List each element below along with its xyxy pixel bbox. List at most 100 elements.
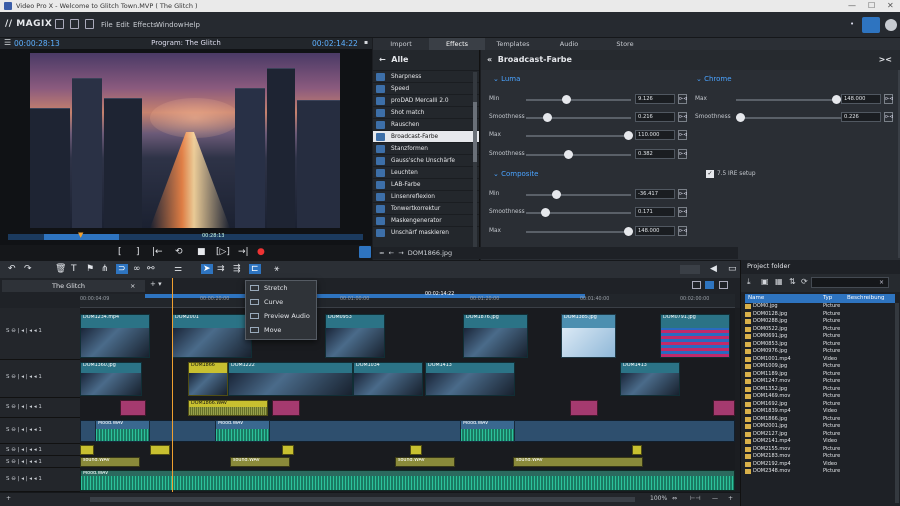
import-icon[interactable]: ⤓ bbox=[747, 277, 751, 287]
param-slider-track[interactable] bbox=[526, 194, 631, 196]
file-row[interactable]: DOM0128.jpg Picture bbox=[745, 311, 895, 319]
audio-clip[interactable]: Mood.WAV bbox=[95, 420, 150, 442]
menu-window[interactable]: Window bbox=[156, 21, 184, 29]
stretch-tool-icon[interactable]: ⊏ bbox=[249, 264, 261, 274]
video-clip[interactable]: DOM1234.mp4 bbox=[80, 314, 150, 358]
video-clip[interactable]: DOM0953 bbox=[325, 314, 385, 358]
timeline-ruler[interactable]: 00:00:04:09 00:00:20:00 00:01:00:00 00:0… bbox=[80, 292, 735, 308]
keyframe-icon[interactable]: ⊳⊲ bbox=[678, 149, 687, 159]
title-icon[interactable]: T bbox=[71, 264, 77, 274]
tab-import[interactable]: Import bbox=[373, 38, 429, 50]
param-slider-knob[interactable] bbox=[564, 150, 573, 159]
file-row[interactable]: DOM1692.jpg Picture bbox=[745, 401, 895, 409]
in-marker-icon[interactable]: ▼ bbox=[78, 231, 83, 239]
file-list-scrollbar[interactable] bbox=[895, 303, 899, 503]
param-slider-knob[interactable] bbox=[736, 113, 745, 122]
close-button[interactable]: ✕ bbox=[887, 0, 894, 12]
mixer-icon[interactable]: ⚌ bbox=[174, 264, 182, 274]
title-clip[interactable] bbox=[713, 400, 735, 416]
param-slider-knob[interactable] bbox=[832, 95, 841, 104]
effect-item[interactable]: Sharpness bbox=[373, 70, 479, 82]
volume-icon[interactable]: ◀ bbox=[710, 264, 717, 274]
menu-item-preview-audio[interactable]: Preview Audio bbox=[246, 309, 316, 323]
user-avatar[interactable] bbox=[885, 19, 897, 31]
video-clip[interactable]: DOM2001 bbox=[172, 314, 252, 358]
zoom-out-icon[interactable]: — bbox=[712, 495, 718, 502]
mark-out-button[interactable]: ] bbox=[136, 247, 140, 257]
video-clip[interactable]: DOM1413 bbox=[425, 362, 515, 396]
tab-audio[interactable]: Audio bbox=[541, 38, 597, 50]
go-to-end-button[interactable]: →| bbox=[238, 247, 249, 257]
refresh-icon[interactable]: ⟳ bbox=[801, 277, 808, 286]
track-controls[interactable]: S ⊖ | ◂ | ◂ ◂ 1 bbox=[0, 444, 80, 456]
param-slider-knob[interactable] bbox=[543, 113, 552, 122]
param-slider-track[interactable] bbox=[526, 154, 631, 156]
file-row[interactable]: DOM2127.jpg Picture bbox=[745, 431, 895, 439]
track-controls[interactable]: S ⊖ | ◂ | ◂ ◂ 1 bbox=[0, 418, 80, 444]
file-row[interactable]: DOM0288.jpg Picture bbox=[745, 318, 895, 326]
horizontal-scrollbar[interactable] bbox=[90, 497, 635, 502]
effect-item[interactable]: Unschärf maskieren bbox=[373, 226, 479, 238]
tab-close-icon[interactable]: × bbox=[130, 280, 135, 292]
track-controls[interactable]: S ⊖ | ◂ | ◂ ◂ 1 bbox=[0, 308, 80, 360]
effect-item[interactable]: Maskengenerator bbox=[373, 214, 479, 226]
param-slider-track[interactable] bbox=[736, 99, 841, 101]
back-arrow-icon[interactable]: ← bbox=[379, 55, 386, 64]
link-icon[interactable]: ∞ bbox=[133, 264, 141, 274]
file-row[interactable]: DOM1469.mov Picture bbox=[745, 393, 895, 401]
luma-section-label[interactable]: ⌄ Luma bbox=[493, 75, 520, 83]
effect-item[interactable]: Shot match bbox=[373, 106, 479, 118]
column-type[interactable]: Typ bbox=[823, 294, 832, 303]
effect-item[interactable]: Tonwertkorrektur bbox=[373, 202, 479, 214]
keyframe-icon[interactable]: ⊳⊲ bbox=[678, 130, 687, 140]
effect-item[interactable]: Linsenreflexion bbox=[373, 190, 479, 202]
menu-file[interactable]: File bbox=[101, 21, 113, 29]
mark-in-button[interactable]: [ bbox=[118, 247, 122, 257]
undo-icon[interactable]: ↶ bbox=[8, 264, 16, 274]
audio-clip[interactable]: Mood.WAV bbox=[80, 470, 735, 491]
effect-item[interactable]: Broadcast-Farbe bbox=[373, 130, 479, 142]
audio-clip[interactable]: sound.WAV bbox=[513, 457, 643, 467]
keyframe-icon[interactable]: ⊳⊲ bbox=[884, 94, 893, 104]
snap-icon[interactable]: ⊃ bbox=[116, 264, 128, 274]
effect-item[interactable]: Gauss'sche Unschärfe bbox=[373, 154, 479, 166]
title-clip[interactable] bbox=[272, 400, 300, 416]
tab-effects[interactable]: Effects bbox=[429, 38, 485, 50]
audio-clip[interactable] bbox=[632, 445, 642, 455]
position-slider[interactable]: ▼ 00:28:13 bbox=[8, 231, 363, 240]
param-value-input[interactable]: 148.000 bbox=[841, 94, 881, 104]
file-row[interactable]: DOM0691.jpg Picture bbox=[745, 333, 895, 341]
menu-edit[interactable]: Edit bbox=[116, 21, 130, 29]
keyframe-icon[interactable]: ⊳⊲ bbox=[678, 226, 687, 236]
info-dot-icon[interactable]: • bbox=[850, 20, 854, 28]
param-value-input[interactable]: 110.000 bbox=[635, 130, 675, 140]
go-to-start-button[interactable]: |← bbox=[152, 247, 163, 257]
redo-icon[interactable]: ↷ bbox=[24, 264, 32, 274]
file-row[interactable]: DOM2192.mp4 Video bbox=[745, 461, 895, 469]
param-value-input[interactable]: 9.126 bbox=[635, 94, 675, 104]
effect-back-icon[interactable]: « bbox=[487, 55, 492, 64]
video-clip[interactable]: DOM1866 bbox=[188, 362, 228, 396]
param-slider-track[interactable] bbox=[526, 117, 631, 119]
file-row[interactable]: DOM2001.jpg Picture bbox=[745, 423, 895, 431]
storyboard-view-icon[interactable] bbox=[692, 281, 701, 289]
audio-clip[interactable] bbox=[410, 445, 422, 455]
tab-store[interactable]: Store bbox=[597, 38, 653, 50]
audio-clip[interactable]: Mood.WAV bbox=[215, 420, 270, 442]
arrangement-tab[interactable]: The Glitch × bbox=[2, 280, 145, 292]
timeline-view-icon[interactable] bbox=[705, 281, 714, 289]
keyframe-icon[interactable]: ⊳⊲ bbox=[678, 207, 687, 217]
scene-view-icon[interactable] bbox=[719, 281, 728, 289]
keyframe-icon[interactable]: ⊳⊲ bbox=[678, 189, 687, 199]
file-row[interactable]: DOM1009.jpg Picture bbox=[745, 363, 895, 371]
audio-clip[interactable] bbox=[80, 445, 94, 455]
keyframe-icon[interactable]: ⊳⊲ bbox=[678, 94, 687, 104]
track-controls[interactable]: S ⊖ | ◂ | ◂ ◂ 1 bbox=[0, 468, 80, 492]
search-input[interactable]: × bbox=[811, 277, 889, 288]
param-value-input[interactable]: -36.417 bbox=[635, 189, 675, 199]
file-row[interactable]: DOM2141.mp4 Video bbox=[745, 438, 895, 446]
monitor-options-icon[interactable]: ▪ bbox=[364, 39, 368, 46]
panel-close-icon[interactable]: >< bbox=[879, 50, 892, 70]
video-clip[interactable]: DOM0791.jpg bbox=[660, 314, 730, 358]
add-track-icon[interactable]: + bbox=[6, 495, 11, 502]
